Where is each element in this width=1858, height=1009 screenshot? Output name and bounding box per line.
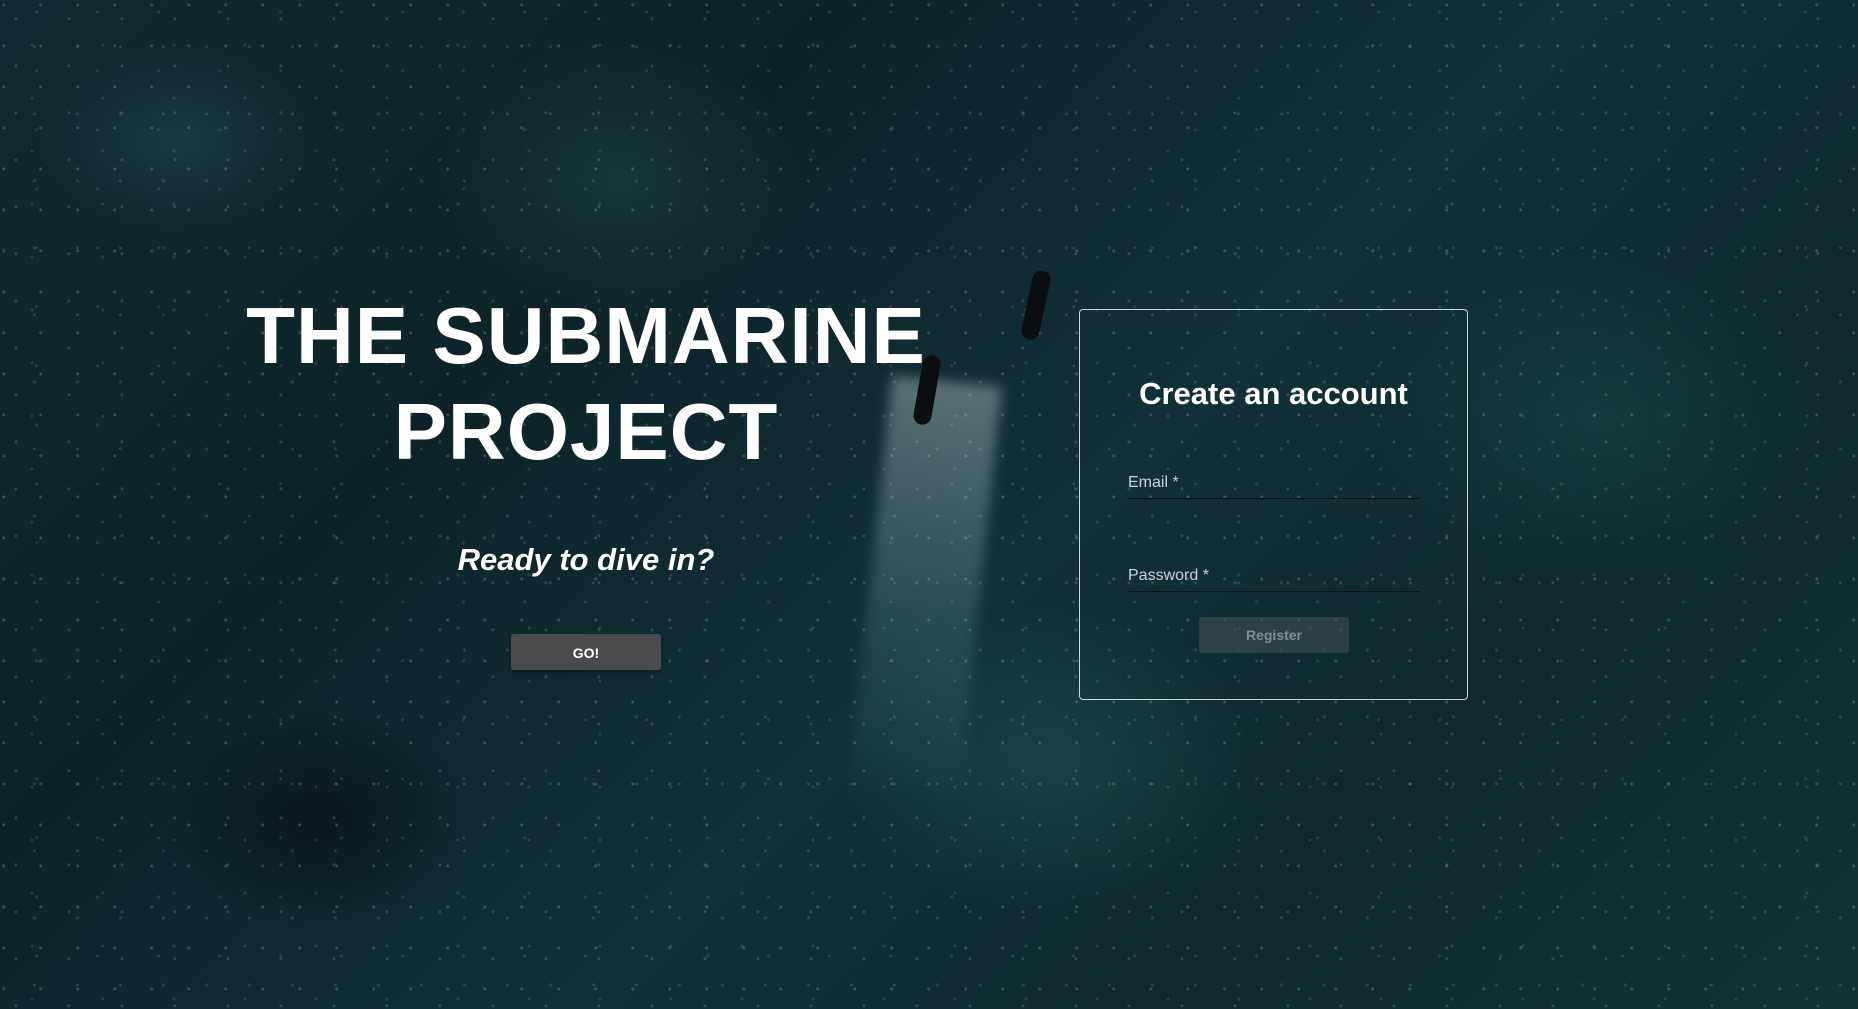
email-field[interactable]: Email * — [1128, 468, 1420, 499]
password-field[interactable]: Password * — [1128, 561, 1420, 592]
hero-title-line1: THE SUBMARINE — [246, 291, 926, 380]
register-card-title: Create an account — [1139, 376, 1408, 411]
email-input[interactable] — [1128, 468, 1420, 498]
hero-section: THE SUBMARINE PROJECT Ready to dive in? … — [230, 288, 942, 670]
hero-title-line2: PROJECT — [393, 387, 779, 476]
page-background: THE SUBMARINE PROJECT Ready to dive in? … — [0, 0, 1858, 1009]
register-card: Create an account Email * Password * Reg… — [1079, 309, 1468, 700]
password-input[interactable] — [1128, 561, 1420, 591]
hero-tagline: Ready to dive in? — [457, 542, 715, 577]
register-button[interactable]: Register — [1199, 617, 1349, 653]
hero-title: THE SUBMARINE PROJECT — [230, 288, 942, 480]
go-button[interactable]: GO! — [511, 634, 661, 670]
swimmer-figure — [1019, 268, 1053, 342]
